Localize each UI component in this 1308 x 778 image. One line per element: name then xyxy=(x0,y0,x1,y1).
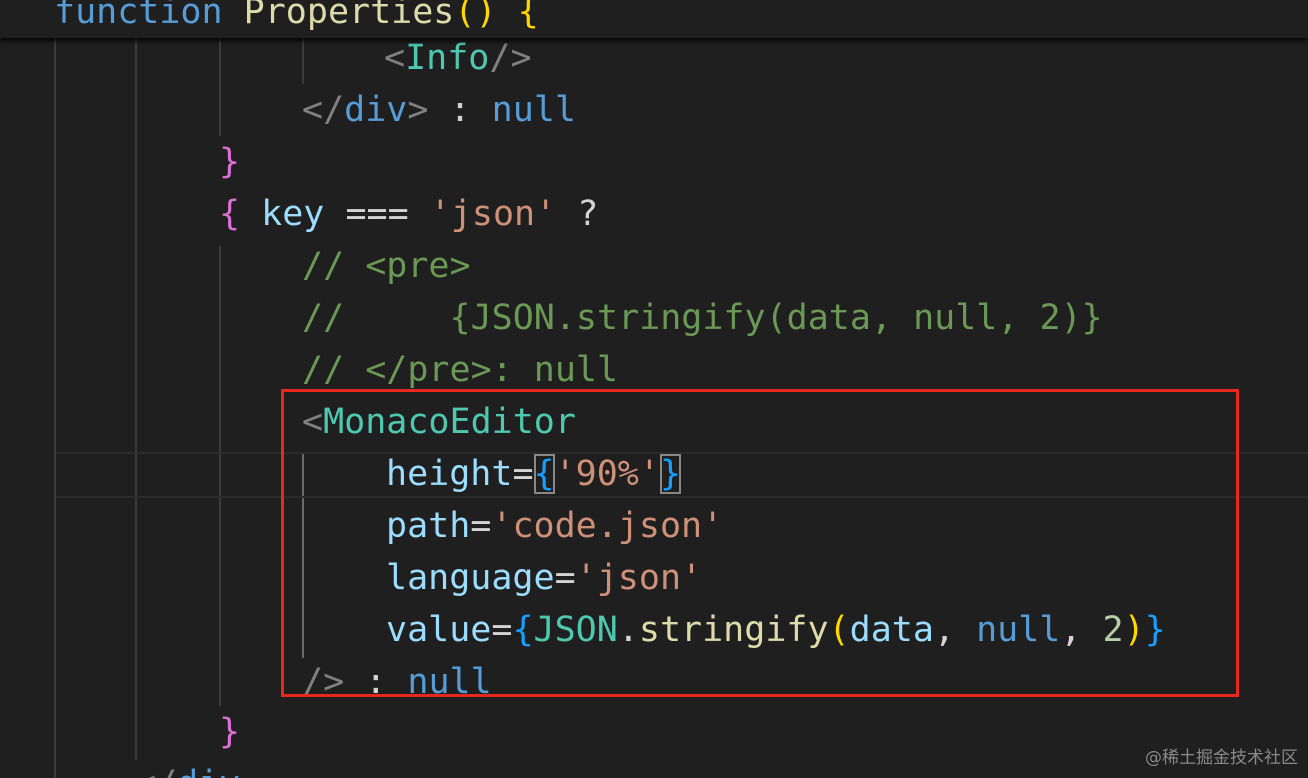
token-brace: } xyxy=(219,142,241,182)
code-line[interactable]: </div xyxy=(135,758,240,778)
token-variable: key xyxy=(261,194,325,234)
token-operator: : xyxy=(428,90,492,130)
token-punct: </ xyxy=(302,90,345,130)
token-tag: div xyxy=(177,764,240,778)
token-keyword: function xyxy=(54,0,223,32)
token-comment: // <pre> xyxy=(302,246,471,286)
code-line[interactable]: } xyxy=(219,706,240,758)
indent-guide xyxy=(54,38,56,778)
code-line[interactable]: <Info/> xyxy=(384,32,532,84)
indent-guide xyxy=(135,38,137,760)
token-string: 'json' xyxy=(429,194,557,234)
token-operator: === xyxy=(324,194,430,234)
code-line[interactable]: // {JSON.stringify(data, null, 2)} xyxy=(302,292,1103,344)
token-function: Properties xyxy=(243,0,455,32)
token-tag: div xyxy=(344,90,408,130)
indent-guide xyxy=(302,38,304,84)
watermark: @稀土掘金技术社区 xyxy=(1145,748,1298,768)
code-line[interactable]: // <pre> xyxy=(302,240,471,292)
token-tag: Info xyxy=(405,38,490,78)
token-punct: /> xyxy=(489,38,532,78)
indent-guide xyxy=(219,38,221,136)
token-punct: > xyxy=(407,90,429,130)
token-punct: </ xyxy=(135,764,177,778)
token-brace: { xyxy=(219,194,241,234)
token-punct: < xyxy=(384,38,406,78)
annotation-highlight-box xyxy=(281,389,1239,697)
code-line[interactable]: { key === 'json' ? xyxy=(219,188,598,240)
token-paren: () xyxy=(454,0,497,32)
code-editor[interactable]: <Info/> </div> : null } { key === 'json'… xyxy=(0,0,1308,778)
code-line[interactable]: } xyxy=(219,136,240,188)
sticky-scroll-header[interactable]: function Properties() { xyxy=(0,0,1308,38)
token-brace: { xyxy=(517,0,539,32)
token-operator: ? xyxy=(556,194,599,234)
sticky-line[interactable]: function Properties() { xyxy=(54,0,539,38)
token-brace: } xyxy=(219,712,241,752)
token-comment: // {JSON.stringify(data, null, 2)} xyxy=(302,298,1103,338)
token-comment: // </pre>: null xyxy=(302,350,619,390)
code-line[interactable]: </div> : null xyxy=(302,84,576,136)
token-null: null xyxy=(491,90,576,130)
